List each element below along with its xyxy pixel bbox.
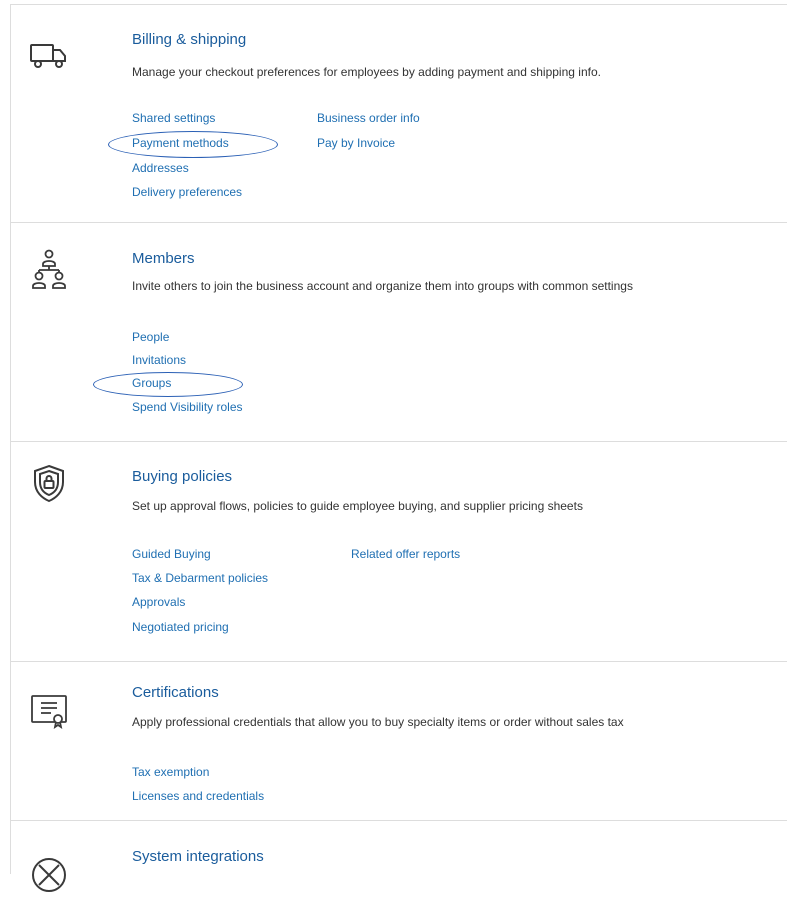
link-shared-settings[interactable]: Shared settings [132, 108, 215, 128]
link-tax-debarment-policies[interactable]: Tax & Debarment policies [132, 568, 268, 588]
certifications-card: Certifications Apply professional creden… [10, 661, 787, 821]
section-title[interactable]: Billing & shipping [132, 31, 246, 48]
buying-policies-card: Buying policies Set up approval flows, p… [10, 441, 787, 662]
link-pay-by-invoice[interactable]: Pay by Invoice [317, 133, 395, 153]
link-approvals[interactable]: Approvals [132, 592, 185, 612]
link-guided-buying[interactable]: Guided Buying [132, 544, 211, 564]
shield-lock-icon [27, 462, 71, 506]
certificate-icon [27, 688, 71, 732]
section-title[interactable]: Certifications [132, 684, 219, 701]
section-description: Apply professional credentials that allo… [132, 715, 624, 729]
link-spend-visibility-roles[interactable]: Spend Visibility roles [132, 397, 243, 417]
link-people[interactable]: People [132, 327, 169, 347]
integration-icon [27, 853, 71, 897]
link-invitations[interactable]: Invitations [132, 350, 186, 370]
link-licenses-and-credentials[interactable]: Licenses and credentials [132, 786, 264, 806]
members-card: Members Invite others to join the busine… [10, 222, 787, 442]
link-delivery-preferences[interactable]: Delivery preferences [132, 182, 242, 202]
link-related-offer-reports[interactable]: Related offer reports [351, 544, 460, 564]
truck-icon [27, 33, 71, 77]
section-title[interactable]: Members [132, 250, 195, 267]
org-people-icon [27, 247, 71, 291]
link-negotiated-pricing[interactable]: Negotiated pricing [132, 617, 229, 637]
section-title[interactable]: System integrations [132, 848, 264, 865]
link-groups[interactable]: Groups [132, 373, 171, 393]
link-tax-exemption[interactable]: Tax exemption [132, 762, 209, 782]
link-payment-methods[interactable]: Payment methods [132, 133, 229, 153]
section-description: Set up approval flows, policies to guide… [132, 499, 583, 513]
section-title[interactable]: Buying policies [132, 468, 232, 485]
section-description: Manage your checkout preferences for emp… [132, 65, 601, 79]
link-business-order-info[interactable]: Business order info [317, 108, 420, 128]
link-addresses[interactable]: Addresses [132, 158, 189, 178]
system-integrations-card: System integrations [10, 820, 787, 892]
section-description: Invite others to join the business accou… [132, 279, 633, 293]
billing-shipping-card: Billing & shipping Manage your checkout … [10, 4, 787, 223]
